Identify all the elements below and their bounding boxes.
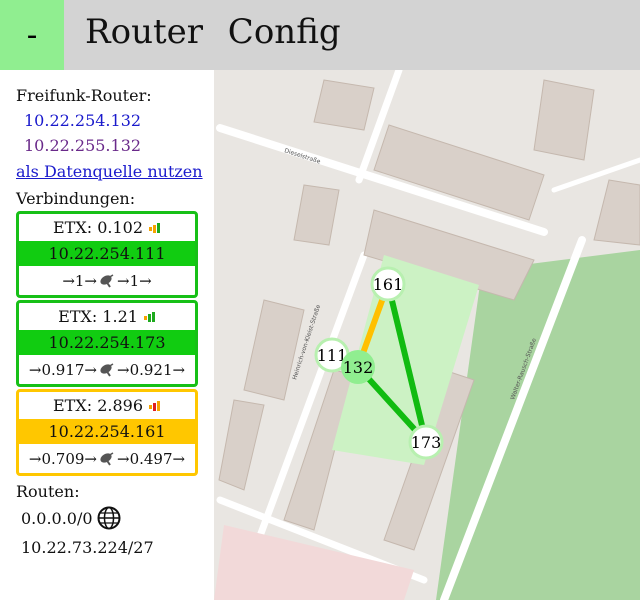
connection-etx: ETX: 2.896 (19, 392, 195, 419)
router-ip-secondary: 10.22.255.132 (24, 136, 142, 155)
use-as-source-link[interactable]: als Datenquelle nutzen (16, 162, 203, 181)
satellite-dish-icon (100, 273, 114, 288)
connection-card[interactable]: ETX: 2.896 10.22.254.161 →0.709→ →0.497→ (16, 389, 198, 476)
path-out-quality: →0.497→ (117, 449, 186, 468)
sidebar: Freifunk-Router: 10.22.254.132 10.22.255… (0, 70, 214, 600)
connection-path: →0.917→ →0.921→ (19, 355, 195, 384)
menu-toggle-button[interactable]: - (0, 0, 64, 70)
node-173[interactable]: 173 (408, 424, 444, 460)
path-out-quality: →1→ (117, 271, 152, 290)
path-out-quality: →0.921→ (117, 360, 186, 379)
etx-value: ETX: 1.21 (58, 307, 138, 326)
router-ip-primary: 10.22.254.132 (24, 111, 142, 130)
route-item: 0.0.0.0/0 (21, 506, 121, 530)
signal-strong-icon (143, 311, 155, 322)
node-label: 132 (343, 358, 374, 377)
node-161[interactable]: 161 (370, 266, 406, 302)
connection-card[interactable]: ETX: 1.21 10.22.254.173 →0.917→ →0.921→ (16, 300, 198, 387)
connection-address: 10.22.254.161 (19, 419, 195, 444)
path-in-quality: →0.917→ (28, 360, 97, 379)
signal-strong-icon (149, 222, 161, 233)
connection-path: →1→ →1→ (19, 266, 195, 295)
node-132-self[interactable]: 132 (341, 350, 375, 384)
satellite-dish-icon (100, 451, 114, 466)
connection-card[interactable]: ETX: 0.102 10.22.254.111 →1→ →1→ (16, 211, 198, 298)
page-title: Router Config (85, 12, 341, 52)
signal-medium-icon (149, 400, 161, 411)
network-map[interactable]: Dieselstraße Heinrich-von-Kleist-Straße … (214, 70, 640, 600)
router-heading: Freifunk-Router: (16, 86, 152, 105)
node-label: 161 (373, 275, 404, 294)
route-prefix: 0.0.0.0/0 (21, 508, 93, 528)
path-in-quality: →0.709→ (28, 449, 97, 468)
top-bar: - Router Config (0, 0, 640, 70)
globe-icon (97, 506, 121, 530)
etx-value: ETX: 0.102 (52, 218, 144, 237)
satellite-dish-icon (100, 362, 114, 377)
path-in-quality: →1→ (62, 271, 97, 290)
routes-heading: Routen: (16, 482, 80, 501)
route-prefix: 10.22.73.224/27 (21, 538, 154, 557)
connection-etx: ETX: 1.21 (19, 303, 195, 330)
connection-address: 10.22.254.111 (19, 241, 195, 266)
etx-value: ETX: 2.896 (52, 396, 144, 415)
route-item: 10.22.73.224/27 (21, 538, 154, 557)
node-label: 173 (411, 433, 442, 452)
connection-etx: ETX: 0.102 (19, 214, 195, 241)
connection-path: →0.709→ →0.497→ (19, 444, 195, 473)
connection-address: 10.22.254.173 (19, 330, 195, 355)
connections-heading: Verbindungen: (16, 189, 136, 208)
